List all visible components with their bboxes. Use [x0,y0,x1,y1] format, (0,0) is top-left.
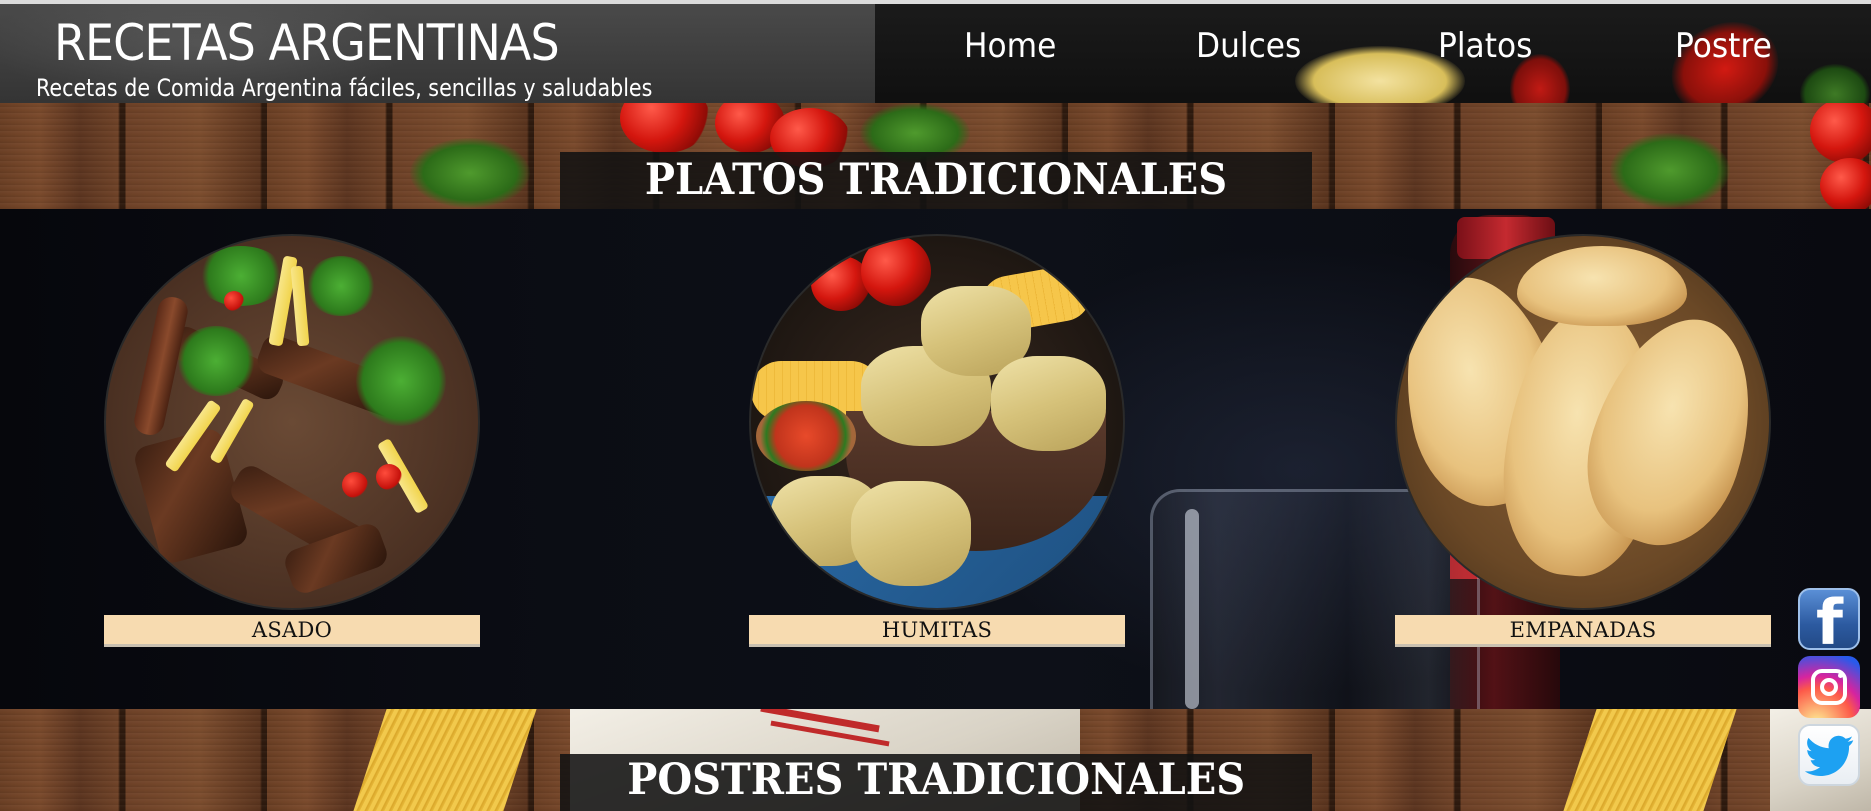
instagram-icon[interactable] [1798,656,1860,718]
dish-label-asado[interactable]: ASADO [104,615,480,647]
platos-heading: PLATOS TRADICIONALES [560,152,1312,209]
tomato-decoration [620,103,710,153]
site-subtitle: Recetas de Comida Argentina fáciles, sen… [36,74,653,102]
dish-label-empanadas[interactable]: EMPANADAS [1395,615,1771,647]
cherry-tomato [342,472,368,498]
site-title: RECETAS ARGENTINAS [54,14,560,72]
nav-home-link[interactable]: Home [964,26,1056,66]
parsley [356,336,446,426]
pasta-decoration [1563,709,1737,811]
basil-decoration [1610,133,1730,208]
dish-card-empanadas[interactable]: EMPANADAS [1395,234,1771,647]
instagram-lens [1820,678,1838,696]
tomato-decoration [1820,158,1871,209]
wine-glass-shine [1185,509,1199,709]
postres-heading: POSTRES TRADICIONALES [560,754,1312,811]
cherry-tomato [224,291,244,311]
instagram-flash [1838,673,1843,678]
nav-platos-link[interactable]: Platos [1438,26,1532,66]
empanadas-photo[interactable] [1395,234,1771,610]
tomato-decoration [861,236,931,306]
nav-dulces-link[interactable]: Dulces [1196,26,1301,66]
facebook-icon[interactable]: f [1798,588,1860,650]
basil-decoration [410,138,530,208]
twitter-bird-icon [1804,735,1854,777]
humita [851,481,971,586]
site-header: RECETAS ARGENTINAS Recetas de Comida Arg… [0,0,1871,103]
humita [991,356,1106,451]
pasta-decoration [353,709,537,811]
dish-card-asado[interactable]: ASADO [104,234,480,647]
cherry-tomato [376,464,402,490]
salsa-bowl [756,401,856,471]
twitter-icon[interactable] [1798,724,1860,786]
dish-card-humitas[interactable]: HUMITAS [749,234,1125,647]
tomato-decoration [1810,103,1871,163]
parsley [176,326,256,396]
dish-label-humitas[interactable]: HUMITAS [749,615,1125,647]
nav-postre-link[interactable]: Postre [1675,26,1772,66]
parsley [306,256,376,316]
humitas-photo[interactable] [749,234,1125,610]
asado-photo[interactable] [104,234,480,610]
